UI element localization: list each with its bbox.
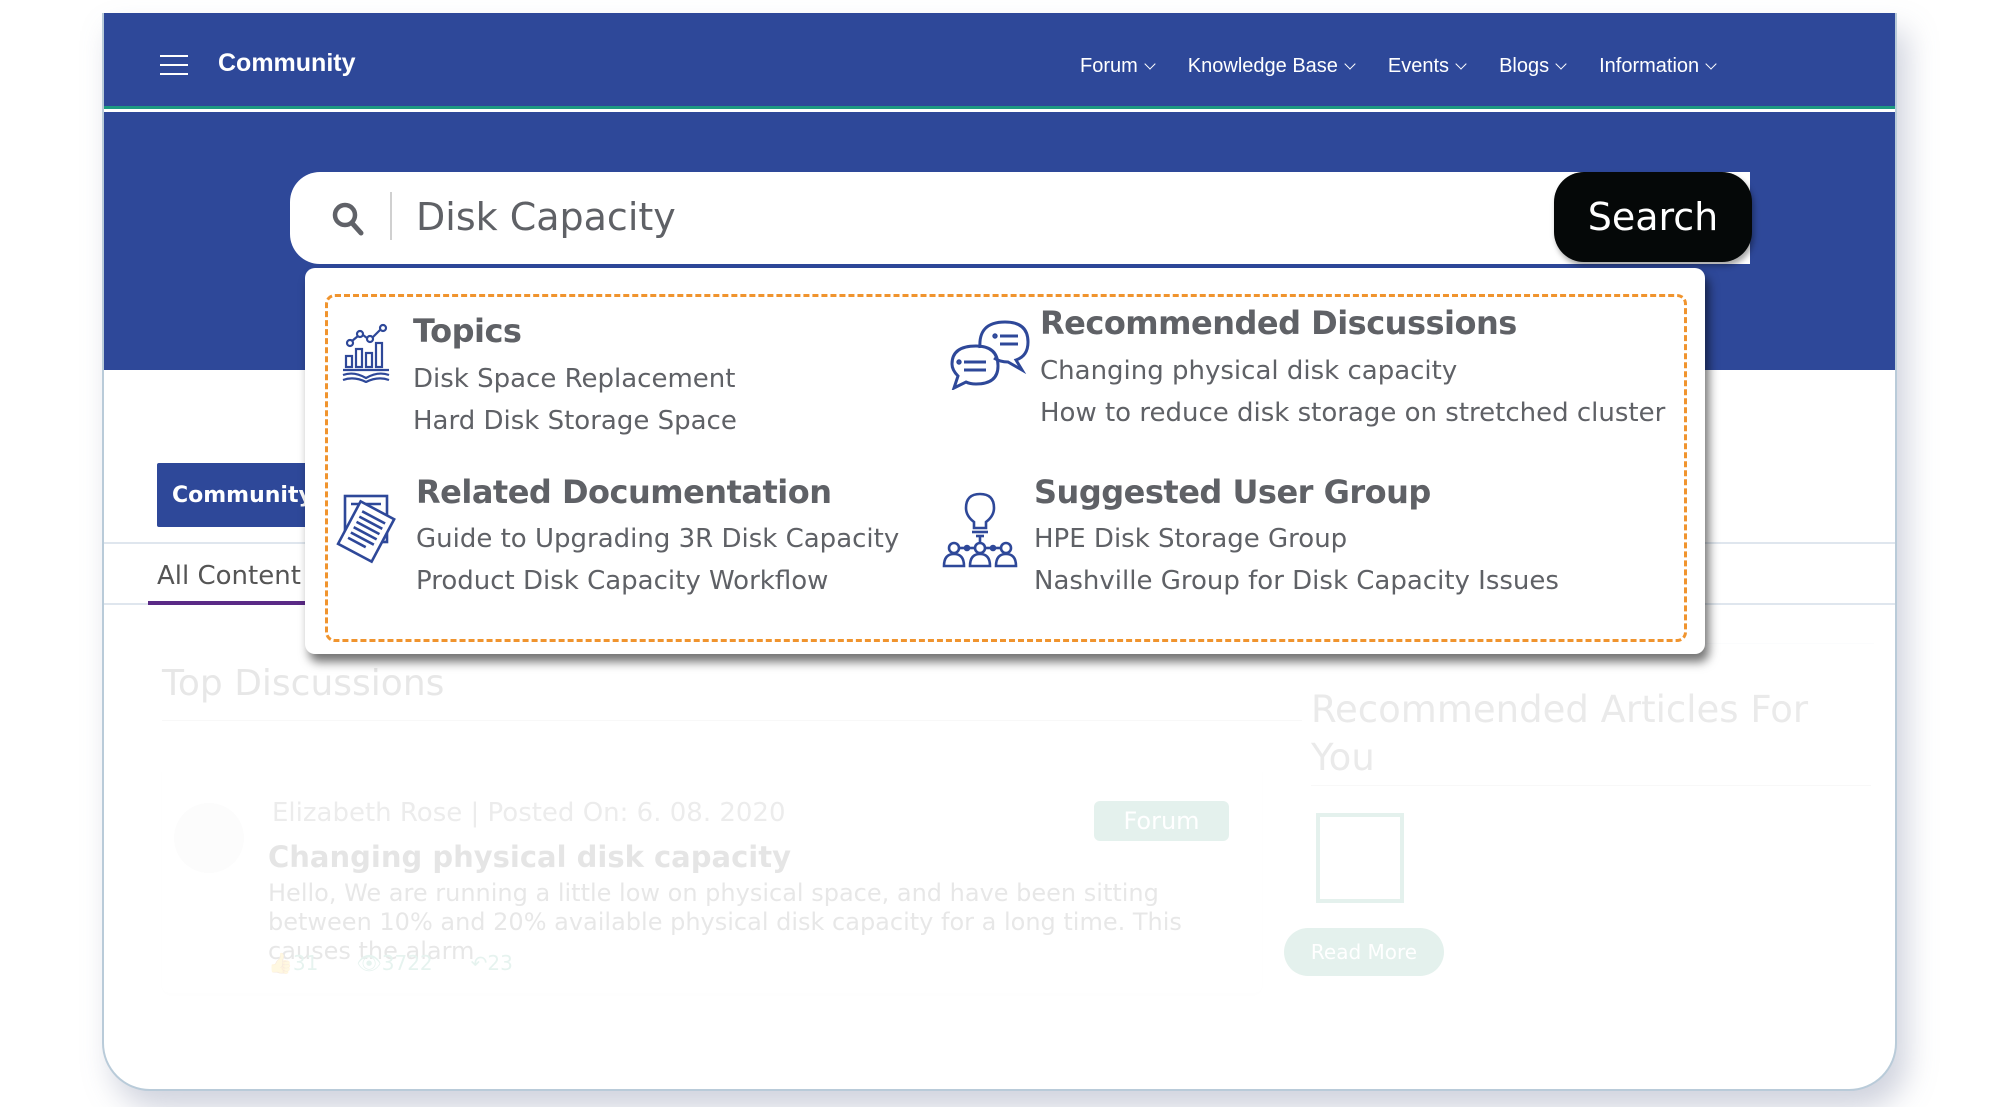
nav-label: Events — [1387, 55, 1450, 77]
active-tab-indicator — [148, 601, 318, 605]
search-input[interactable] — [416, 182, 1416, 252]
documents-icon — [336, 494, 396, 564]
chevron-down-icon — [1555, 58, 1567, 70]
chevron-down-icon — [1705, 58, 1717, 70]
topic-item[interactable]: Disk Space Replacement — [413, 364, 735, 394]
tab-all-content[interactable]: All Content — [157, 561, 301, 591]
discussion-item[interactable]: How to reduce disk storage on stretched … — [1040, 398, 1665, 428]
chat-bubbles-icon — [950, 320, 1030, 390]
eye-icon: 👁 — [356, 951, 382, 975]
search-suggestions-panel: Topics Disk Space Replacement Hard Disk … — [305, 268, 1705, 654]
views-stat: 👁3722 — [356, 951, 432, 975]
documentation-item[interactable]: Guide to Upgrading 3R Disk Capacity — [416, 524, 899, 554]
checklist-icon — [1316, 813, 1404, 903]
thumbs-up-icon: 👍 — [268, 951, 293, 975]
chart-book-icon — [342, 323, 390, 383]
top-discussions-title: Top Discussions — [162, 663, 445, 704]
nav-forum[interactable]: Forum — [1080, 55, 1156, 78]
nav-knowledge-base[interactable]: Knowledge Base — [1187, 55, 1356, 78]
forum-badge[interactable]: Forum — [1094, 801, 1229, 841]
user-group-item[interactable]: HPE Disk Storage Group — [1034, 524, 1347, 554]
chevron-down-icon — [1344, 58, 1356, 70]
nav-information[interactable]: Information — [1599, 55, 1717, 78]
divider — [162, 720, 1302, 721]
replies-stat[interactable]: ↶23 — [471, 951, 513, 975]
nav-events[interactable]: Events — [1387, 55, 1467, 78]
divider — [390, 192, 392, 240]
topics-title: Topics — [413, 312, 522, 350]
documentation-item[interactable]: Product Disk Capacity Workflow — [416, 566, 828, 596]
lightbulb-group-icon — [942, 492, 1018, 568]
nav-label: Blogs — [1499, 55, 1550, 77]
replies-count: 23 — [487, 951, 513, 975]
nav-blogs[interactable]: Blogs — [1499, 55, 1567, 78]
reply-icon: ↶ — [470, 951, 488, 975]
likes-stat[interactable]: 👍31 — [268, 951, 318, 975]
nav-label: Forum — [1080, 55, 1138, 77]
search-button[interactable]: Search — [1554, 172, 1752, 262]
topic-item[interactable]: Hard Disk Storage Space — [413, 406, 737, 436]
discussion-item[interactable]: Changing physical disk capacity — [1040, 356, 1457, 386]
divider — [1311, 785, 1871, 786]
views-count: 3722 — [381, 951, 433, 975]
post-meta: Elizabeth Rose | Posted On: 6. 08. 2020 — [272, 798, 786, 828]
brand-title[interactable]: Community — [218, 49, 356, 78]
search-icon — [332, 202, 364, 236]
hamburger-menu-icon[interactable] — [160, 55, 188, 75]
recommended-discussions-title: Recommended Discussions — [1040, 304, 1517, 342]
top-navbar: Community Forum Knowledge Base Events Bl… — [104, 13, 1895, 109]
likes-count: 31 — [292, 951, 319, 975]
recommended-articles-title: Recommended Articles For You — [1311, 688, 1809, 779]
nav-links: Forum Knowledge Base Events Blogs Inform… — [1080, 55, 1717, 78]
nav-label: Information — [1599, 55, 1700, 77]
read-more-button[interactable]: Read More — [1284, 928, 1444, 976]
nav-label: Knowledge Base — [1187, 55, 1338, 77]
search-bar — [290, 172, 1750, 264]
avatar — [174, 803, 244, 873]
chevron-down-icon — [1144, 58, 1156, 70]
related-documentation-title: Related Documentation — [416, 473, 832, 511]
user-group-item[interactable]: Nashville Group for Disk Capacity Issues — [1034, 566, 1559, 596]
post-title[interactable]: Changing physical disk capacity — [268, 840, 791, 874]
suggested-user-group-title: Suggested User Group — [1034, 473, 1431, 511]
chevron-down-icon — [1455, 58, 1467, 70]
post-stats: 👍31 👁3722 ↶23 — [268, 951, 513, 975]
